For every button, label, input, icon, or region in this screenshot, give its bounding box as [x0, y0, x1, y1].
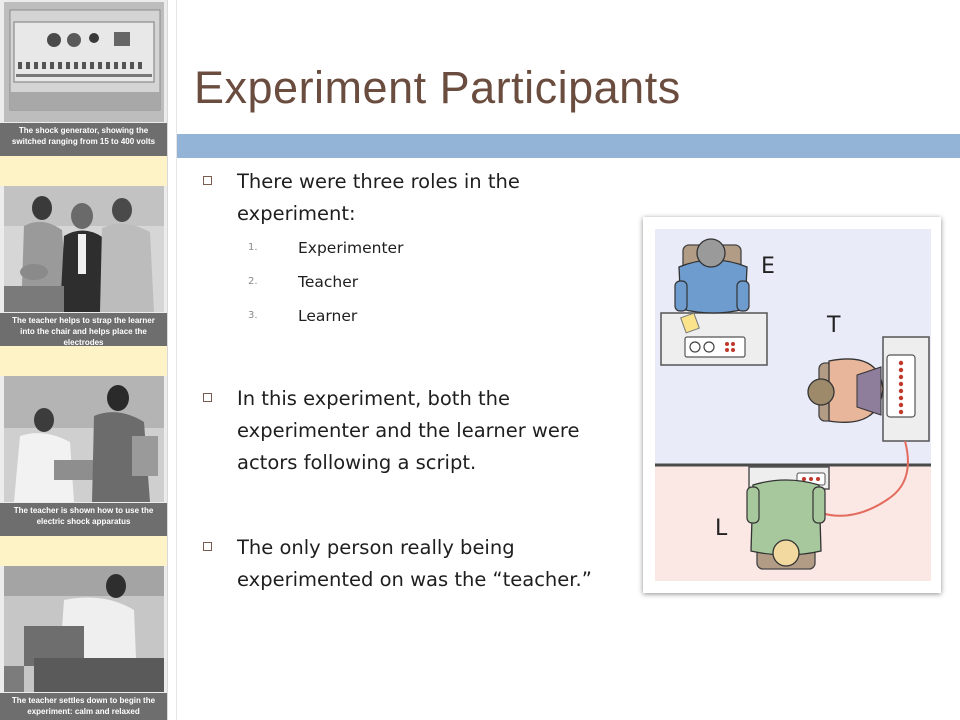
subitem-number: 1.	[248, 242, 258, 253]
experimenter-console	[684, 336, 746, 358]
teacher-seated-photo	[4, 566, 164, 692]
square-bullet-icon	[203, 542, 212, 551]
bullet-text: There were three roles in the experiment…	[237, 170, 520, 225]
bullet-item: There were three roles in the experiment…	[203, 166, 603, 232]
subitem-number: 2.	[248, 276, 258, 287]
bullet-item: In this experiment, both the experimente…	[203, 383, 603, 481]
bullet-text: In this experiment, both the experimente…	[237, 387, 580, 474]
learner-head	[772, 539, 800, 567]
experimenter-head	[696, 238, 726, 268]
bullet-text: The only person really being experimente…	[237, 536, 592, 591]
teacher-label: T	[826, 313, 841, 338]
sidebar-divider	[176, 0, 177, 720]
experiment-setup-diagram: E T L	[643, 217, 941, 593]
square-bullet-icon	[203, 176, 212, 185]
sidebar-divider	[167, 0, 168, 720]
teacher-head	[807, 378, 835, 406]
caption-spacer	[0, 536, 167, 566]
shock-generator-photo	[4, 2, 164, 122]
caption-spacer	[0, 346, 167, 376]
photo-caption: The teacher helps to strap the learner i…	[0, 313, 167, 347]
shock-apparatus-photo	[4, 376, 164, 502]
photo-caption: The shock generator, showing the switche…	[0, 123, 167, 156]
caption-spacer	[0, 156, 167, 186]
title-accent-bar	[177, 134, 960, 158]
strapping-learner-photo	[4, 186, 164, 312]
diagram-svg: E T L	[655, 229, 931, 581]
square-bullet-icon	[203, 393, 212, 402]
learner-label: L	[715, 516, 728, 541]
subitem-label: Learner	[298, 307, 358, 325]
subitem-number: 3.	[248, 310, 258, 321]
subitem-label: Teacher	[298, 273, 359, 291]
subitem-label: Experimenter	[298, 239, 404, 257]
experimenter-label: E	[761, 254, 775, 279]
photo-caption: The teacher settles down to begin the ex…	[0, 693, 167, 720]
photo-caption: The teacher is shown how to use the elec…	[0, 503, 167, 536]
bullet-item: The only person really being experimente…	[203, 532, 603, 630]
photo-sidebar: The shock generator, showing the switche…	[0, 0, 167, 720]
slide-title: Experiment Participants	[194, 62, 681, 113]
